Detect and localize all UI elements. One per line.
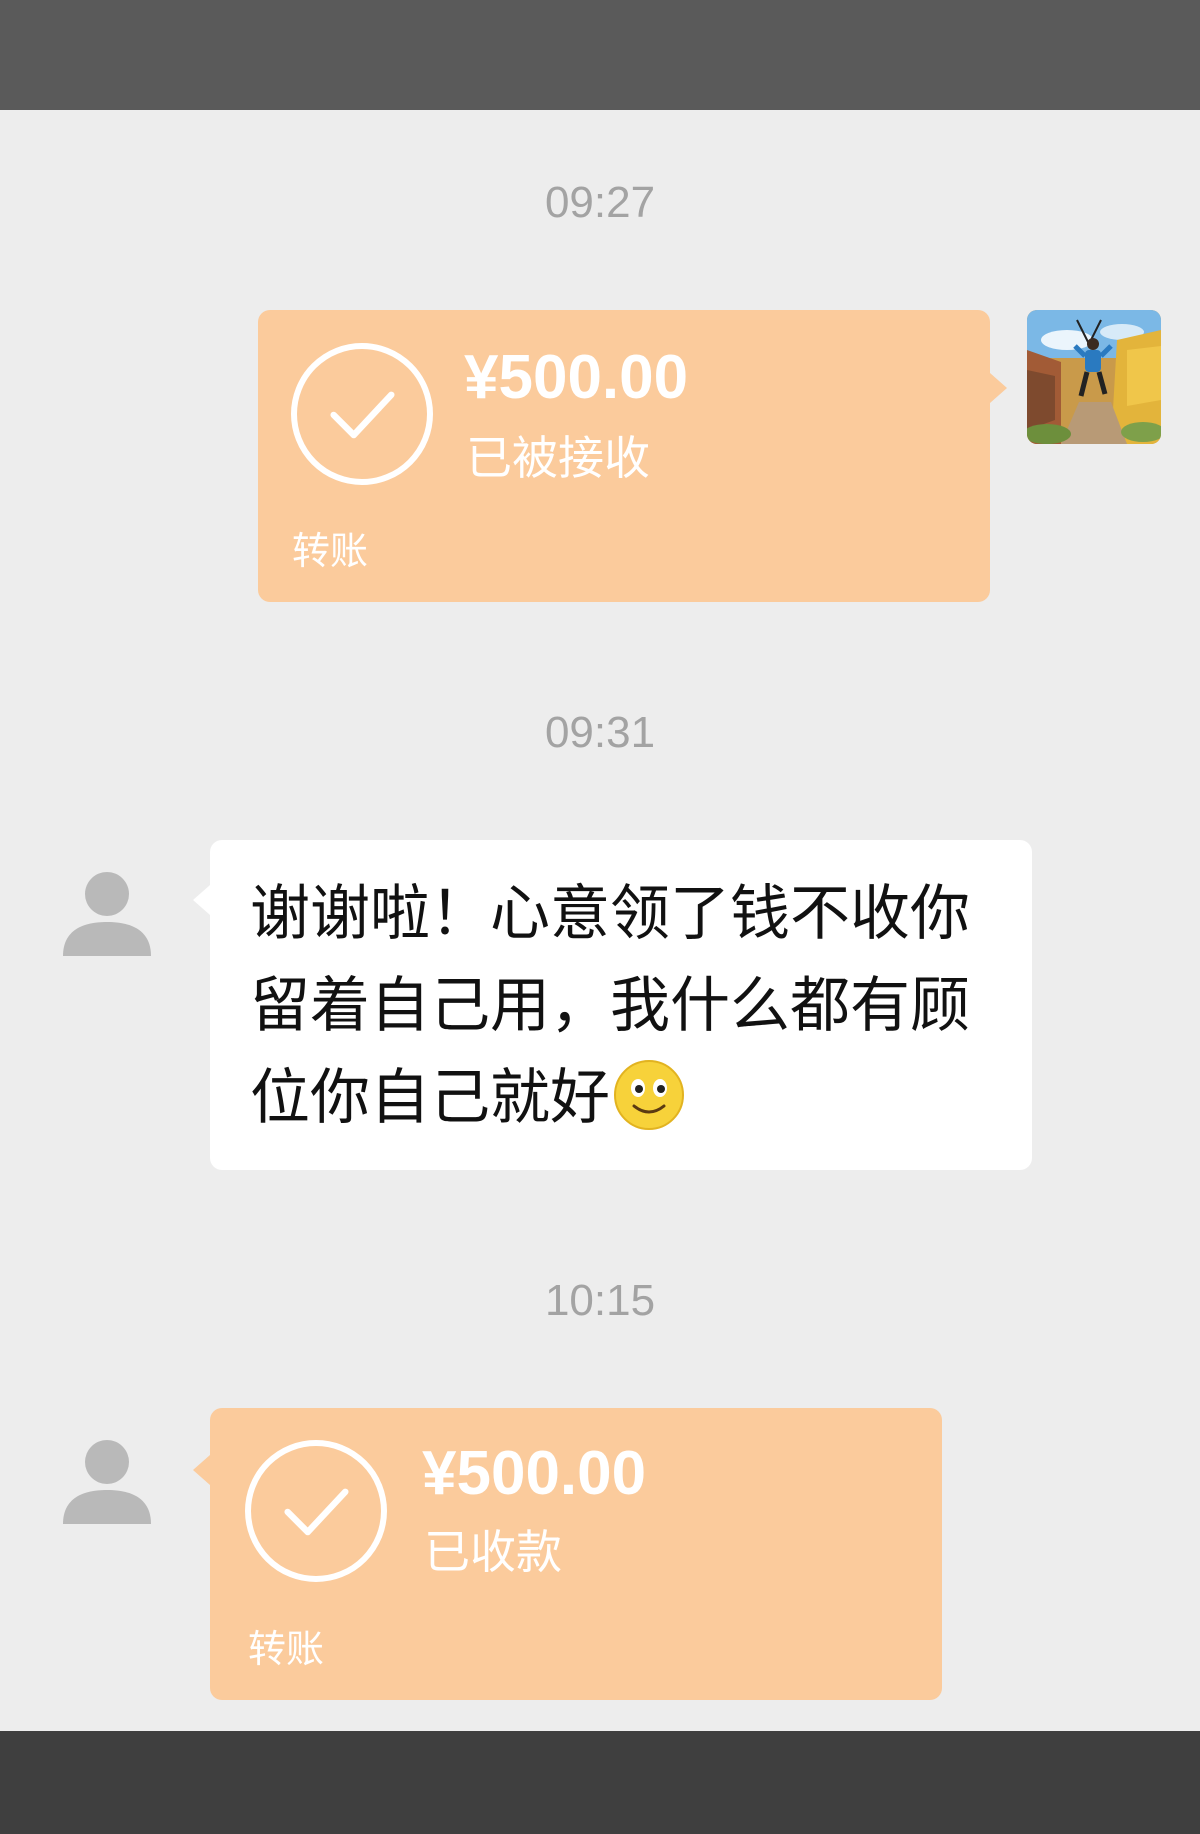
transfer-label: 转账 [248, 1627, 325, 1671]
transfer-amount: ¥500.00 [422, 1439, 647, 1508]
timestamp: 09:27 [544, 178, 656, 227]
check-circle-icon [245, 1440, 387, 1582]
my-avatar[interactable] [1027, 310, 1161, 444]
timestamp: 10:15 [544, 1276, 656, 1325]
chat-area[interactable]: 09:27 ¥500.00 已被接收 转账 09:31 谢谢啦！心意领了钱不收你… [0, 110, 1200, 1731]
transfer-status: 已收款 [424, 1525, 562, 1579]
contact-avatar[interactable] [57, 864, 157, 964]
bubble-tail [193, 885, 210, 915]
transfer-label: 转账 [292, 529, 369, 573]
bubble-tail [990, 373, 1007, 403]
timestamp: 09:31 [544, 708, 656, 757]
transfer-bubble-received[interactable]: ¥500.00 已收款 转账 [210, 1408, 942, 1700]
bubble-tail [193, 1455, 210, 1485]
message-line: 谢谢啦！心意领了钱不收你 [250, 879, 970, 949]
smiley-emoji-icon [614, 1060, 684, 1130]
screenshot-frame: 09:27 ¥500.00 已被接收 转账 09:31 谢谢啦！心意领了钱不收你… [0, 0, 1200, 1834]
contact-avatar[interactable] [57, 1432, 157, 1532]
message-line-last: 位你自己就好 [250, 1052, 992, 1144]
text-message-bubble[interactable]: 谢谢啦！心意领了钱不收你 留着自己用，我什么都有顾 位你自己就好 [210, 840, 1032, 1170]
transfer-amount: ¥500.00 [464, 343, 689, 412]
bottom-bar [0, 1731, 1200, 1834]
message-line: 留着自己用，我什么都有顾 [250, 971, 970, 1041]
top-bar [0, 0, 1200, 110]
transfer-status: 已被接收 [466, 431, 650, 485]
transfer-bubble-sent[interactable]: ¥500.00 已被接收 转账 [258, 310, 990, 602]
check-circle-icon [291, 343, 433, 485]
message-line-text: 位你自己就好 [250, 1063, 610, 1133]
